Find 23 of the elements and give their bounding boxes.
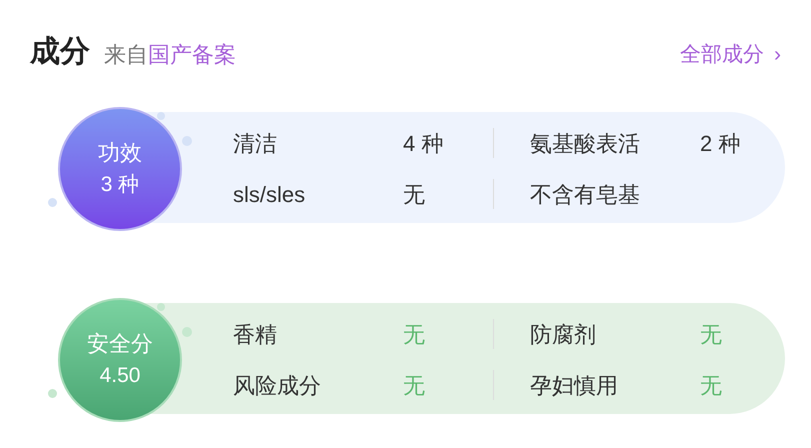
source-prefix: 来自 [104,41,148,69]
ingredient-value: 无 [403,320,425,348]
source-link[interactable]: 国产备案 [148,38,236,72]
ingredient-label: 孕妇慎用 [530,372,619,400]
ingredient-label: 氨基酸表活 [530,130,641,158]
all-ingredients-link[interactable]: 全部成分 › [680,38,781,72]
ingredient-value: 无 [403,180,425,208]
ingredient-label: sls/sles [233,180,306,208]
ingredient-value: 无 [700,372,722,400]
ingredient-value: 4 种 [403,130,444,158]
section-title: 成分 [30,34,90,70]
ingredient-value: 无 [403,372,425,400]
ingredient-label: 防腐剂 [530,320,597,348]
ingredient-value: 无 [700,320,722,348]
badge-title: 功效 [98,138,142,166]
badge-value: 4.50 [100,362,140,388]
ingredient-value: 2 种 [700,130,740,158]
ingredient-label: 香精 [233,320,278,348]
ingredient-label: 不含有皂基 [530,180,641,208]
ingredient-label: 清洁 [233,130,278,158]
badge-value: 3 种 [100,172,140,198]
ingredient-label: 风险成分 [233,372,322,400]
badge-title: 安全分 [87,330,153,358]
